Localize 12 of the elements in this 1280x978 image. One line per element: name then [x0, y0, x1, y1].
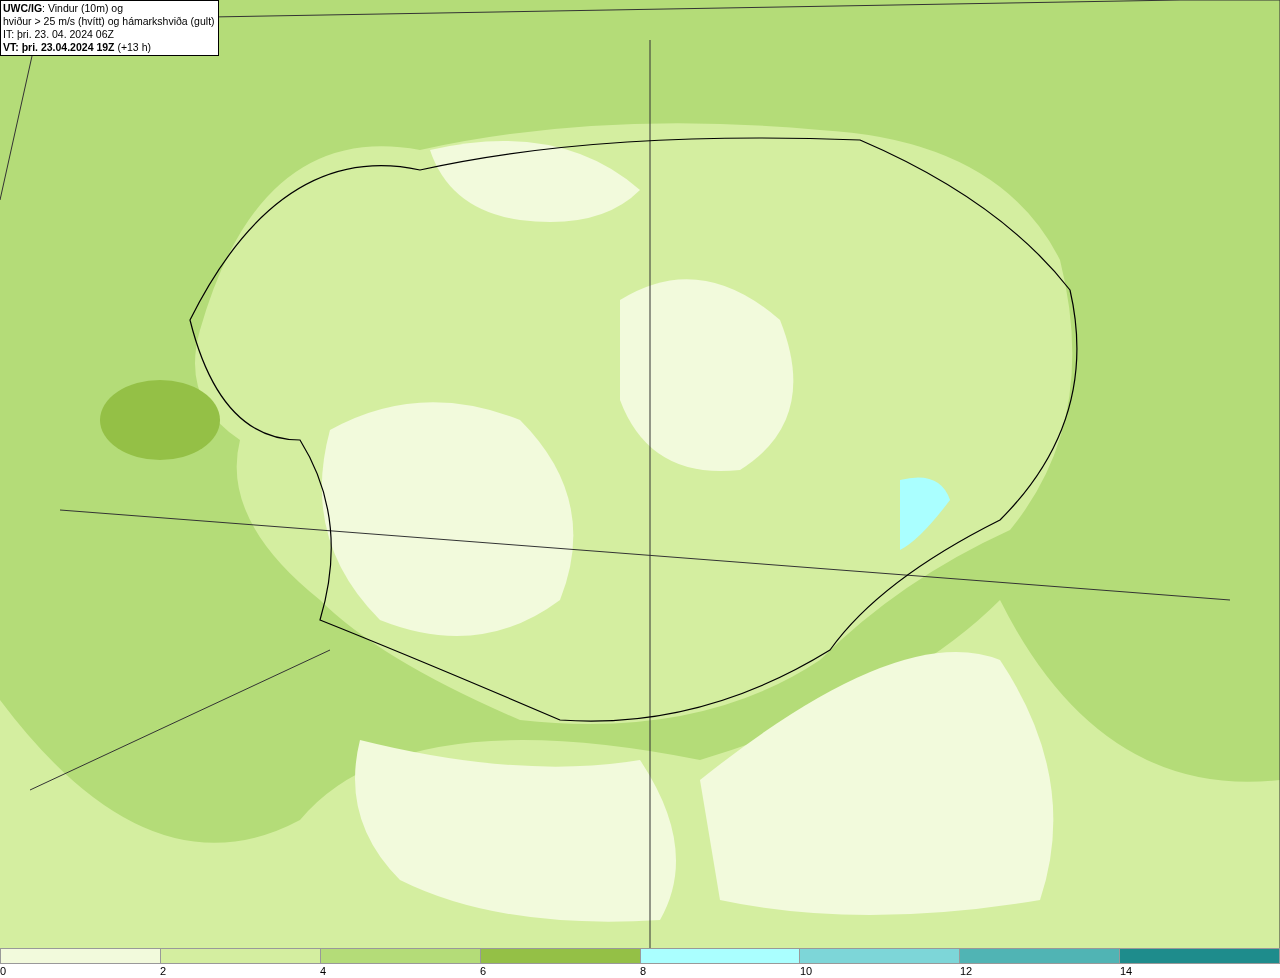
scale-tick-label: 14 [1120, 964, 1133, 978]
scale-tick-label: 6 [480, 964, 487, 978]
title-line: VT: þri. 23.04.2024 19Z (+13 h) [3, 41, 152, 54]
scale-tick-label: 2 [160, 964, 167, 978]
title-line: UWC/IG: Vindur (10m) og [3, 2, 124, 15]
scale-tick-label: 8 [640, 964, 647, 978]
scale-tick-label: 12 [960, 964, 973, 978]
scale-tick-label: 4 [320, 964, 327, 978]
scale-tick-label: 0 [0, 964, 7, 978]
title-line: hviður > 25 m/s (hvítt) og hámarkshviða (gult) [3, 15, 215, 28]
title-line: IT: þri. 23. 04. 2024 06Z [3, 28, 115, 41]
scale-tick-label: 10 [800, 964, 813, 978]
